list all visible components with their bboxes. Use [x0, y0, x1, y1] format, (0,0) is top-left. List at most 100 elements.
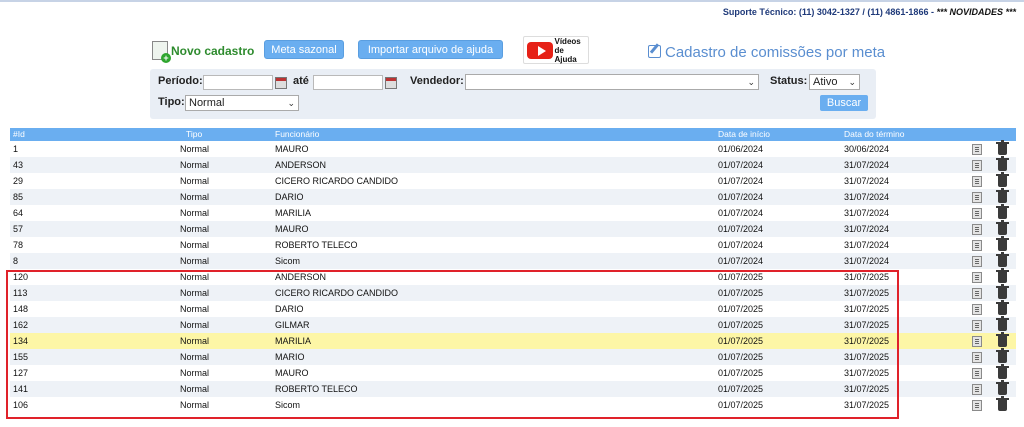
import-help-file-button[interactable]: Importar arquivo de ajuda — [358, 40, 503, 59]
cell-type: Normal — [180, 224, 210, 234]
trash-icon[interactable] — [996, 284, 1009, 299]
trash-icon[interactable] — [996, 156, 1009, 171]
edit-record-icon[interactable] — [972, 304, 982, 315]
cell-type: Normal — [180, 240, 210, 250]
table-row[interactable]: 85 Normal DARIO 01/07/2024 31/07/2024 — [10, 188, 1016, 205]
search-button[interactable]: Buscar — [820, 95, 868, 111]
table-row[interactable]: 120 Normal ANDERSON 01/07/2025 31/07/2025 — [10, 268, 1016, 285]
new-record-button[interactable]: Novo cadastro — [152, 41, 255, 63]
cell-employee: Sicom — [275, 400, 301, 410]
edit-record-icon[interactable] — [972, 144, 982, 155]
calendar-icon[interactable] — [385, 77, 397, 89]
table-row[interactable]: 78 Normal ROBERTO TELECO 01/07/2024 31/07/20… — [10, 236, 1016, 253]
cell-id: 148 — [13, 304, 29, 314]
col-end-date[interactable]: Data do término — [844, 128, 904, 141]
trash-icon[interactable] — [996, 252, 1009, 267]
cell-start-date: 01/07/2024 — [718, 256, 764, 266]
col-type[interactable]: Tipo — [186, 128, 202, 141]
edit-record-icon[interactable] — [972, 320, 982, 331]
edit-record-icon[interactable] — [972, 160, 982, 171]
table-row[interactable]: 64 Normal MARILIA 01/07/2024 31/07/2024 — [10, 204, 1016, 221]
table-row[interactable]: 148 Normal DARIO 01/07/2025 31/07/2025 — [10, 300, 1016, 317]
period-end-input[interactable] — [313, 75, 383, 90]
cell-start-date: 01/07/2024 — [718, 240, 764, 250]
trash-icon[interactable] — [996, 332, 1009, 347]
cell-type: Normal — [180, 176, 210, 186]
edit-record-icon[interactable] — [972, 192, 982, 203]
support-phone-text: Suporte Técnico: (11) 3042-1327 / (11) 4… — [722, 7, 934, 17]
cell-id: 1 — [13, 144, 19, 154]
period-start-input[interactable] — [203, 75, 273, 90]
edit-record-icon[interactable] — [972, 224, 982, 235]
col-id[interactable]: #Id — [13, 128, 25, 141]
edit-record-icon[interactable] — [972, 256, 982, 267]
cell-end-date: 31/07/2025 — [844, 336, 890, 346]
trash-icon[interactable] — [996, 188, 1009, 203]
table-row[interactable]: 113 Normal CICERO RICARDO CANDIDO 01/07/202… — [10, 284, 1016, 301]
trash-icon[interactable] — [996, 268, 1009, 283]
cell-start-date: 01/07/2024 — [718, 160, 764, 170]
commission-table: #Id Tipo Funcionário Data de início Data… — [10, 128, 1016, 413]
table-row[interactable]: 29 Normal CICERO RICARDO CANDIDO 01/07/2024… — [10, 172, 1016, 189]
cell-end-date: 31/07/2024 — [844, 208, 890, 218]
edit-record-icon[interactable] — [972, 384, 982, 395]
table-row[interactable]: 162 Normal GILMAR 01/07/2025 31/07/2025 — [10, 316, 1016, 333]
news-link[interactable]: *** NOVIDADES *** — [936, 7, 1016, 17]
edit-record-icon[interactable] — [972, 352, 982, 363]
chevron-down-icon: ⌄ — [287, 98, 295, 108]
trash-icon[interactable] — [996, 364, 1009, 379]
cell-end-date: 31/07/2024 — [844, 192, 890, 202]
trash-icon[interactable] — [996, 172, 1009, 187]
page-title: Cadastro de comissões por meta — [648, 44, 885, 61]
edit-record-icon[interactable] — [972, 368, 982, 379]
edit-record-icon[interactable] — [972, 176, 982, 187]
edit-record-icon[interactable] — [972, 272, 982, 283]
col-start-date[interactable]: Data de início — [718, 128, 770, 141]
edit-record-icon[interactable] — [972, 240, 982, 251]
help-videos-button[interactable]: Vídeos de Ajuda — [523, 36, 589, 64]
trash-icon[interactable] — [996, 140, 1009, 155]
edit-record-icon[interactable] — [972, 400, 982, 411]
cell-id: 155 — [13, 352, 29, 362]
col-employee[interactable]: Funcionário — [275, 128, 319, 141]
calendar-icon[interactable] — [275, 77, 287, 89]
cell-type: Normal — [180, 304, 210, 314]
cell-employee: DARIO — [275, 304, 304, 314]
trash-icon[interactable] — [996, 348, 1009, 363]
table-row[interactable]: 8 Normal Sicom 01/07/2024 31/07/2024 — [10, 252, 1016, 269]
trash-icon[interactable] — [996, 316, 1009, 331]
youtube-icon — [527, 41, 553, 59]
table-row[interactable]: 127 Normal MAURO 01/07/2025 31/07/2025 — [10, 364, 1016, 381]
table-row[interactable]: 155 Normal MARIO 01/07/2025 31/07/2025 — [10, 348, 1016, 365]
cell-end-date: 31/07/2025 — [844, 304, 890, 314]
type-select[interactable]: Normal ⌄ — [185, 95, 299, 111]
table-row[interactable]: 134 Normal MARILIA 01/07/2025 31/07/2025 — [10, 332, 1016, 349]
seller-select[interactable]: ⌄ — [465, 74, 759, 90]
trash-icon[interactable] — [996, 380, 1009, 395]
cell-end-date: 31/07/2025 — [844, 288, 890, 298]
table-row[interactable]: 57 Normal MAURO 01/07/2024 31/07/2024 — [10, 220, 1016, 237]
seasonal-goal-button[interactable]: Meta sazonal — [264, 40, 344, 59]
trash-icon[interactable] — [996, 220, 1009, 235]
cell-end-date: 31/07/2025 — [844, 400, 890, 410]
table-row[interactable]: 141 Normal ROBERTO TELECO 01/07/2025 31/07/2… — [10, 380, 1016, 397]
cell-start-date: 01/07/2025 — [718, 352, 764, 362]
cell-start-date: 01/07/2024 — [718, 224, 764, 234]
table-row[interactable]: 1 Normal MAURO 01/06/2024 30/06/2024 — [10, 140, 1016, 157]
trash-icon[interactable] — [996, 300, 1009, 315]
table-row[interactable]: 43 Normal ANDERSON 01/07/2024 31/07/2024 — [10, 156, 1016, 173]
edit-record-icon[interactable] — [972, 288, 982, 299]
new-record-label: Novo cadastro — [171, 43, 255, 58]
edit-record-icon[interactable] — [972, 208, 982, 219]
edit-record-icon[interactable] — [972, 336, 982, 347]
cell-employee: ROBERTO TELECO — [275, 384, 358, 394]
cell-end-date: 31/07/2025 — [844, 320, 890, 330]
edit-icon — [648, 45, 661, 58]
status-select[interactable]: Ativo ⌄ — [809, 74, 860, 90]
cell-type: Normal — [180, 160, 210, 170]
trash-icon[interactable] — [996, 204, 1009, 219]
table-row[interactable]: 106 Normal Sicom 01/07/2025 31/07/2025 — [10, 396, 1016, 413]
cell-end-date: 30/06/2024 — [844, 144, 890, 154]
trash-icon[interactable] — [996, 236, 1009, 251]
trash-icon[interactable] — [996, 396, 1009, 411]
